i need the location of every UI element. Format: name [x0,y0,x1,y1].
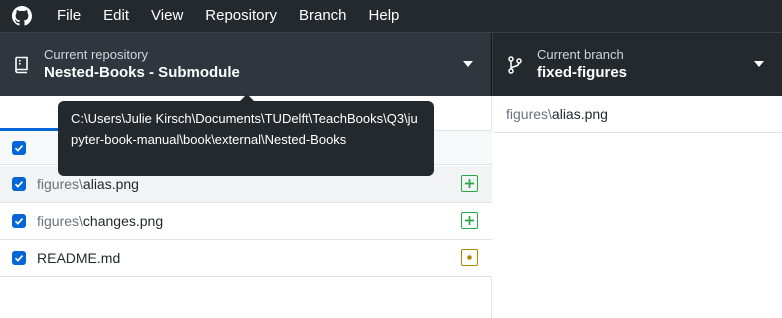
repository-path-tooltip: C:\Users\Julie Kirsch\Documents\TUDelft\… [58,101,434,176]
toolbar: Current repository Nested-Books - Submod… [0,32,782,96]
menu-repository[interactable]: Repository [194,0,288,32]
repository-dropdown-caret-icon [463,61,473,67]
file-path: figures\changes.png [37,212,163,230]
current-repository-button[interactable]: Current repository Nested-Books - Submod… [0,33,492,96]
menu-file[interactable]: File [45,0,92,32]
menu-edit[interactable]: Edit [92,0,140,32]
tooltip-arrow [240,94,254,101]
file-checkbox-changes[interactable] [12,214,26,228]
file-row-readme[interactable]: README.md [0,240,492,277]
file-checkbox-alias[interactable] [12,177,26,191]
diff-file-header: figures\alias.png [493,96,782,133]
file-added-icon [461,175,478,192]
current-branch-label: Current branch [537,47,624,62]
file-row-changes[interactable]: figures\changes.png [0,203,492,240]
github-logo-icon [11,5,33,27]
file-dir: figures\ [37,213,83,229]
file-path: figures\alias.png [37,175,139,193]
file-dir: figures\ [37,176,83,192]
diff-file-name: alias.png [551,106,608,122]
current-repository-name: Nested-Books - Submodule [44,64,240,81]
file-added-icon [461,212,478,229]
file-name: changes.png [82,213,164,229]
file-name: README.md [37,250,121,266]
menu-help[interactable]: Help [358,0,411,32]
file-path: README.md [37,249,120,267]
file-name: alias.png [82,176,139,192]
diff-file-dir: figures\ [506,106,552,122]
repo-icon [12,55,32,75]
current-branch-button[interactable]: Current branch fixed-figures [492,33,782,96]
branch-dropdown-caret-icon [754,61,764,67]
current-branch-name: fixed-figures [537,64,628,81]
file-checkbox-readme[interactable] [12,251,26,265]
menu-view[interactable]: View [140,0,194,32]
diff-pane: figures\alias.png [493,96,782,318]
menu-branch[interactable]: Branch [288,0,358,32]
branch-icon [505,55,525,75]
file-modified-icon [461,249,478,266]
current-repository-label: Current repository [44,47,149,62]
menu-bar: File Edit View Repository Branch Help [0,0,782,32]
select-all-checkbox[interactable] [12,141,26,155]
